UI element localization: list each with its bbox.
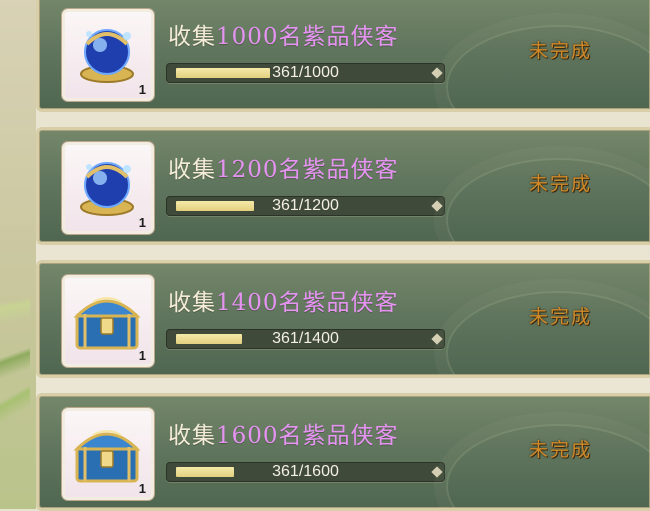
status-label: 未完成 (529, 439, 593, 461)
blue-orb-icon (80, 29, 134, 83)
reward-item-slot[interactable]: 1 (62, 408, 154, 500)
progress-bar: 361/1400 (166, 329, 445, 349)
progress-bar: 361/1200 (166, 196, 445, 216)
treasure-chest-icon (73, 297, 141, 350)
task-title: 收集1200名紫品侠客 (168, 157, 399, 183)
progress-bar: 361/1000 (166, 63, 445, 83)
task-card: 1 收集1000名紫品侠客 361/1000 未完成 (36, 0, 650, 112)
task-card: 1 收集1200名紫品侠客 361/1200 未完成 (36, 127, 650, 245)
task-card: 1 收集1400名紫品侠客 361/1400 未完成 (36, 260, 650, 378)
status-label: 未完成 (529, 306, 593, 328)
progress-text: 361/1400 (272, 330, 339, 347)
progress-text: 361/1000 (272, 64, 339, 81)
task-title: 收集1400名紫品侠客 (168, 290, 399, 316)
reward-item-slot[interactable]: 1 (62, 275, 154, 367)
treasure-chest-icon (73, 430, 141, 483)
reward-item-slot[interactable]: 1 (62, 9, 154, 101)
progress-text: 361/1200 (272, 197, 339, 214)
reward-item-slot[interactable]: 1 (62, 142, 154, 234)
left-bamboo-decoration (0, 0, 36, 509)
item-quantity: 1 (138, 481, 146, 496)
task-title: 收集1000名紫品侠客 (168, 24, 399, 50)
progress-text: 361/1600 (272, 463, 339, 480)
status-label: 未完成 (529, 173, 593, 195)
task-card: 1 收集1600名紫品侠客 361/1600 未完成 (36, 393, 650, 511)
item-quantity: 1 (138, 82, 146, 97)
item-quantity: 1 (138, 348, 146, 363)
item-quantity: 1 (138, 215, 146, 230)
progress-bar: 361/1600 (166, 462, 445, 482)
blue-orb-icon (80, 162, 134, 216)
status-label: 未完成 (529, 40, 593, 62)
task-title: 收集1600名紫品侠客 (168, 423, 399, 449)
